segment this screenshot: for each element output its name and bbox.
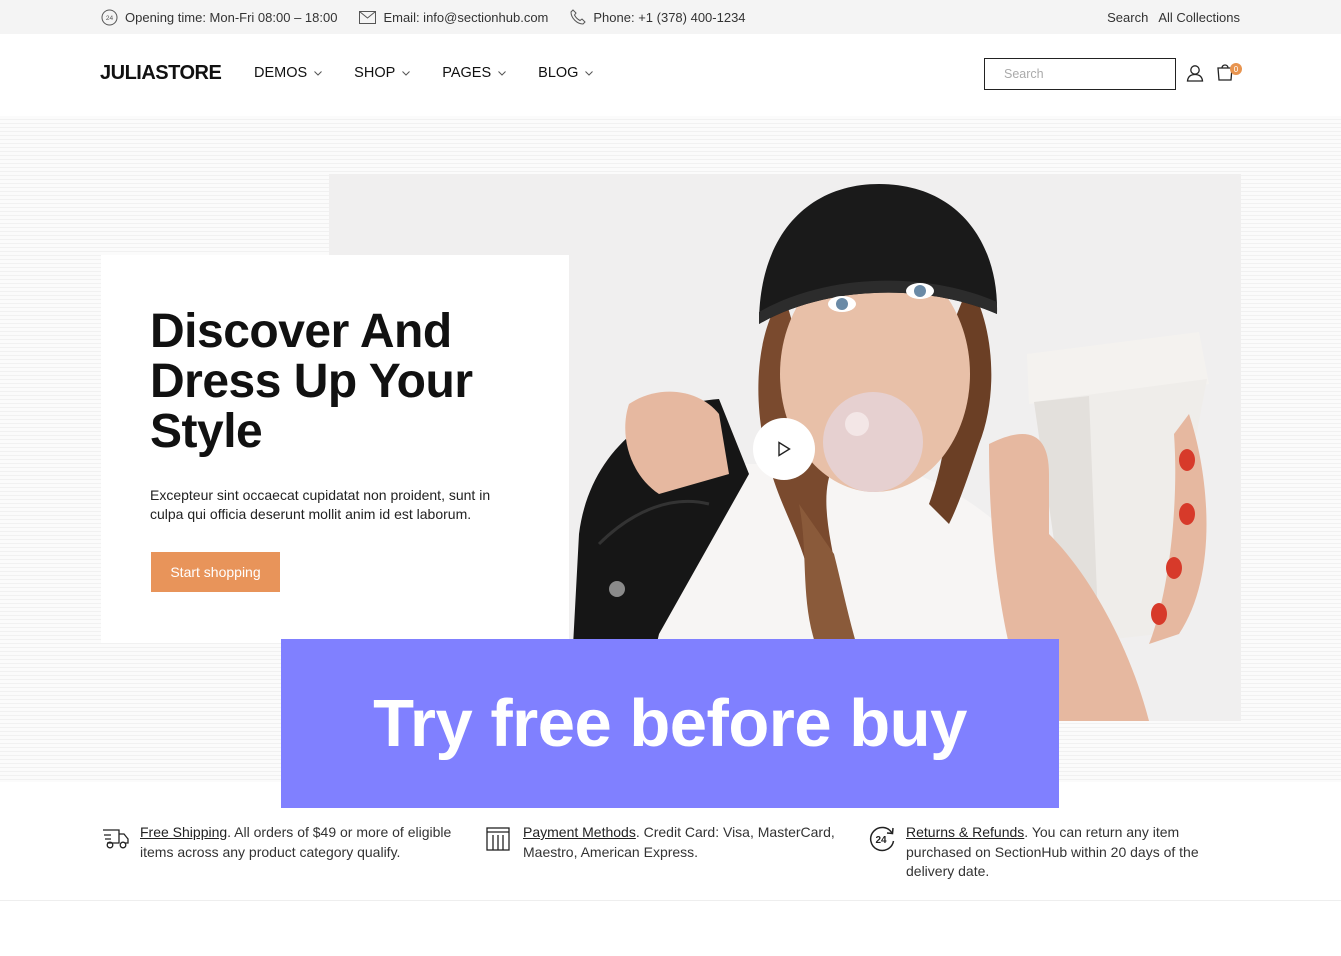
play-icon	[778, 441, 791, 457]
feature-payment: Payment Methods. Credit Card: Visa, Mast…	[485, 823, 845, 862]
main-header: JULIASTORE DEMOS SHOP PAGES BLOG 0	[0, 34, 1341, 116]
features-bar: Free Shipping. All orders of $49 or more…	[0, 808, 1341, 901]
email-info: Email: info@sectionhub.com	[359, 10, 548, 25]
nav-item-pages[interactable]: PAGES	[442, 65, 507, 81]
search-link[interactable]: Search	[1107, 10, 1148, 25]
hero-title: Discover And Dress Up Your Style	[150, 305, 473, 458]
play-video-button[interactable]	[753, 418, 815, 480]
mail-icon	[359, 10, 377, 24]
24h-returns-icon: 24	[869, 826, 895, 852]
payment-methods-link[interactable]: Payment Methods	[523, 824, 636, 840]
free-shipping-link[interactable]: Free Shipping	[140, 824, 227, 840]
chevron-down-icon	[314, 70, 323, 76]
email-text: Email: info@sectionhub.com	[383, 9, 549, 25]
nav-item-demos[interactable]: DEMOS	[254, 65, 323, 81]
svg-text:24: 24	[875, 835, 887, 846]
feature-text: Returns & Refunds. You can return any it…	[906, 824, 1199, 879]
chevron-down-icon	[498, 70, 507, 76]
phone-icon	[570, 9, 587, 25]
search-input[interactable]	[984, 58, 1176, 90]
start-shopping-button[interactable]: Start shopping	[151, 552, 280, 592]
hero-description: Excepteur sint occaecat cupidatat non pr…	[150, 487, 491, 522]
top-bar: 24 Opening time: Mon-Fri 08:00 – 18:00 E…	[0, 0, 1341, 34]
clock-24-icon: 24	[101, 9, 118, 25]
promo-text: Try free before buy	[373, 686, 967, 761]
nav-item-shop[interactable]: SHOP	[354, 65, 411, 81]
user-account-icon[interactable]	[1186, 64, 1204, 82]
nav-label: DEMOS	[254, 65, 308, 81]
feature-returns: 24 Returns & Refunds. You can return any…	[868, 823, 1240, 882]
feature-text: Free Shipping. All orders of $49 or more…	[140, 824, 452, 860]
nav-label: BLOG	[538, 65, 579, 81]
nav-item-blog[interactable]: BLOG	[538, 65, 594, 81]
opening-text: Opening time: Mon-Fri 08:00 – 18:00	[125, 9, 338, 25]
promo-banner[interactable]: Try free before buy	[281, 639, 1059, 808]
nav-label: SHOP	[354, 65, 396, 81]
phone-text: Phone: +1 (378) 400-1234	[593, 9, 746, 25]
svg-text:24: 24	[106, 15, 114, 22]
truck-icon	[103, 829, 129, 849]
opening-hours: 24 Opening time: Mon-Fri 08:00 – 18:00	[101, 9, 337, 26]
site-logo[interactable]: JULIASTORE	[100, 62, 222, 85]
feature-shipping: Free Shipping. All orders of $49 or more…	[102, 823, 462, 862]
feature-text: Payment Methods. Credit Card: Visa, Mast…	[523, 824, 835, 860]
nav-label: PAGES	[442, 65, 492, 81]
chevron-down-icon	[402, 70, 411, 76]
hero-card: Discover And Dress Up Your Style Excepte…	[101, 255, 569, 643]
all-collections-link[interactable]: All Collections	[1158, 10, 1240, 25]
cart-count-badge: 0	[1230, 63, 1242, 75]
returns-refunds-link[interactable]: Returns & Refunds	[906, 824, 1024, 840]
main-nav: DEMOS SHOP PAGES BLOG	[254, 65, 625, 81]
top-links: Search All Collections	[1097, 10, 1240, 25]
payment-icon	[486, 827, 510, 851]
chevron-down-icon	[585, 70, 594, 76]
phone-info: Phone: +1 (378) 400-1234	[570, 9, 746, 25]
